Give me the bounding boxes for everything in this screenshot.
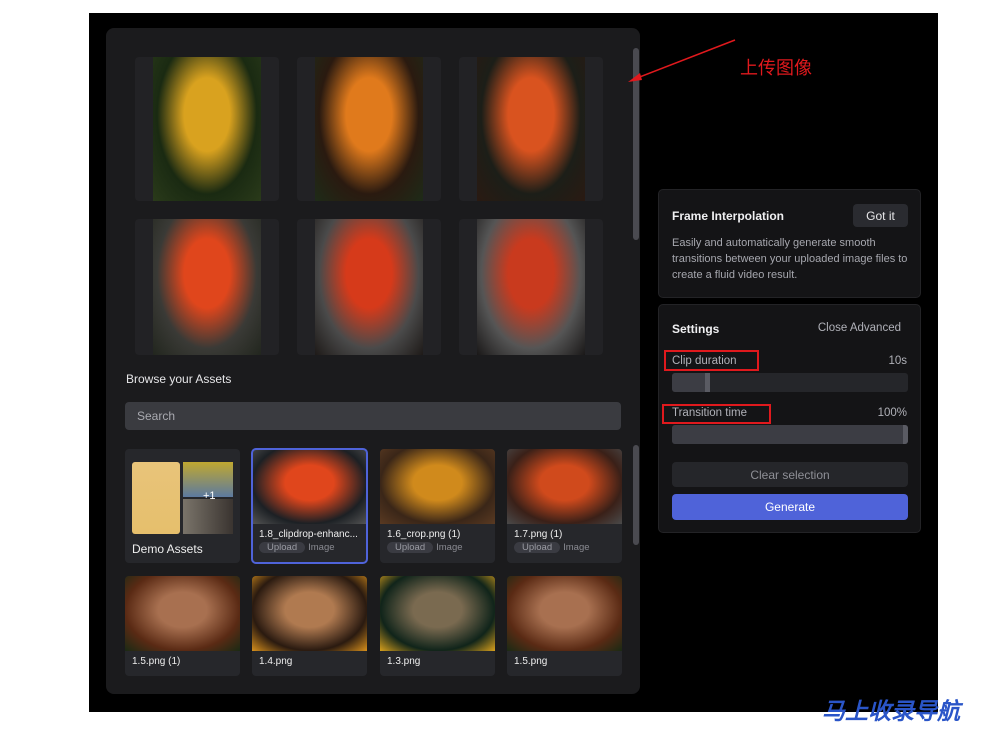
- portrait-image: [477, 219, 585, 355]
- gallery-image[interactable]: [297, 219, 441, 355]
- asset-card[interactable]: 1.4.png: [252, 576, 367, 676]
- search-input[interactable]: Search: [125, 402, 621, 430]
- type-label: Image: [436, 542, 463, 553]
- transition-time-value: 100%: [877, 407, 907, 419]
- gallery-image[interactable]: [459, 57, 603, 201]
- type-label: Image: [563, 542, 590, 553]
- portrait-image: [153, 57, 261, 201]
- portrait-image: [153, 219, 261, 355]
- gallery-image[interactable]: [459, 219, 603, 355]
- info-title: Frame Interpolation: [672, 209, 785, 223]
- asset-name: 1.6_crop.png (1): [387, 529, 461, 540]
- asset-tags: Upload Image: [252, 540, 367, 555]
- clip-duration-slider[interactable]: [672, 373, 908, 392]
- portrait-image: [477, 57, 585, 201]
- asset-thumbnail: [252, 449, 367, 524]
- asset-card[interactable]: 1.8_clipdrop-enhanc... Upload Image: [251, 448, 368, 564]
- asset-thumbnail: [380, 449, 495, 524]
- annotation-box-clip: [664, 350, 759, 371]
- clip-duration-value: 10s: [888, 355, 907, 367]
- slider-fill: [672, 425, 908, 444]
- asset-card[interactable]: 1.7.png (1) Upload Image: [507, 449, 622, 563]
- watermark: 马上收录导航: [822, 698, 960, 724]
- assets-scrollbar[interactable]: [633, 445, 639, 545]
- asset-card[interactable]: 1.6_crop.png (1) Upload Image: [380, 449, 495, 563]
- annotation-label: 上传图像: [740, 58, 812, 78]
- asset-name: 1.3.png: [387, 656, 421, 667]
- demo-assets-folder[interactable]: +1 Demo Assets: [125, 449, 240, 563]
- got-it-button[interactable]: Got it: [853, 204, 908, 227]
- annotation-arrow: [628, 39, 736, 82]
- asset-thumbnail: [507, 449, 622, 524]
- gallery-image[interactable]: [135, 219, 279, 355]
- generate-button[interactable]: Generate: [672, 494, 908, 520]
- portrait-image: [315, 57, 423, 201]
- folder-preview-1: [132, 462, 180, 534]
- asset-card[interactable]: 1.5.png (1): [125, 576, 240, 676]
- folder-preview-3: [183, 499, 233, 534]
- slider-handle[interactable]: [704, 373, 710, 392]
- transition-time-slider[interactable]: [672, 425, 908, 444]
- close-advanced-link[interactable]: Close Advanced: [818, 322, 901, 334]
- gallery-image[interactable]: [297, 57, 441, 201]
- settings-title: Settings: [672, 322, 720, 336]
- upload-tag: Upload: [259, 542, 306, 553]
- more-count: +1: [203, 490, 216, 502]
- clear-selection-button[interactable]: Clear selection: [672, 462, 908, 487]
- upload-tag: Upload: [514, 542, 561, 553]
- portrait-image: [315, 219, 423, 355]
- type-label: Image: [308, 542, 335, 553]
- asset-card[interactable]: 1.3.png: [380, 576, 495, 676]
- asset-card[interactable]: 1.5.png: [507, 576, 622, 676]
- info-description: Easily and automatically generate smooth…: [672, 237, 908, 281]
- gallery-image[interactable]: [135, 57, 279, 201]
- asset-tags: Upload Image: [380, 540, 495, 555]
- upload-tag: Upload: [387, 542, 434, 553]
- asset-thumbnail: [380, 576, 495, 651]
- assets-heading: Browse your Assets: [126, 372, 232, 386]
- asset-name: 1.7.png (1): [514, 529, 563, 540]
- slider-fill: [672, 373, 710, 392]
- annotation-box-transition: [662, 404, 771, 424]
- asset-name: 1.4.png: [259, 656, 293, 667]
- folder-name: Demo Assets: [132, 542, 203, 556]
- slider-handle[interactable]: [903, 425, 908, 444]
- asset-thumbnail: [125, 576, 240, 651]
- asset-tags: Upload Image: [507, 540, 622, 555]
- asset-name: 1.5.png: [514, 656, 548, 667]
- asset-thumbnail: [507, 576, 622, 651]
- asset-thumbnail: [252, 576, 367, 651]
- asset-name: 1.8_clipdrop-enhanc...: [259, 529, 358, 540]
- asset-name: 1.5.png (1): [132, 656, 181, 667]
